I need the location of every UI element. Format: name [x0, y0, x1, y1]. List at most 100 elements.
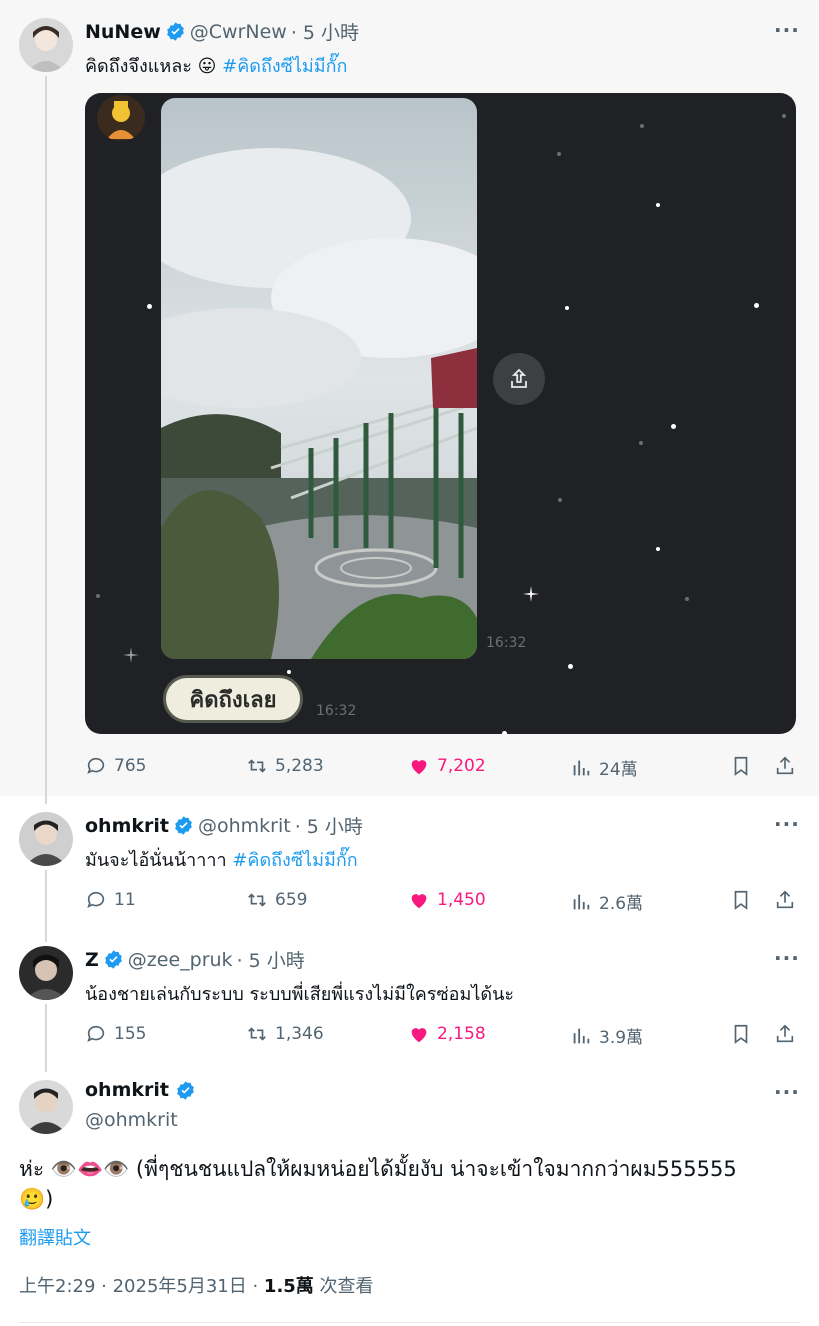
translate-post-link[interactable]: 翻譯貼文	[19, 1224, 91, 1250]
bookmark-button[interactable]	[730, 1023, 752, 1045]
verified-badge-icon	[104, 950, 122, 969]
retweet-button[interactable]: 1,346	[246, 1023, 324, 1045]
verified-badge-icon	[177, 1080, 194, 1100]
star-decoration	[656, 547, 660, 551]
bookmark-button[interactable]	[730, 755, 752, 777]
reply-count: 155	[114, 1024, 147, 1044]
share-button[interactable]	[774, 1023, 796, 1045]
heart-icon	[411, 894, 427, 909]
star-decoration	[754, 303, 759, 308]
share-icon	[776, 1024, 794, 1043]
tweet-text: มันจะไอ้นั่นน้าาาา #คิดถึงซีไม่มีกั๊ก	[85, 845, 358, 874]
star-decoration	[502, 731, 507, 734]
tweet-header: NuNew @CwrNew · 5 小時	[85, 18, 359, 45]
retweet-button[interactable]: 5,283	[246, 755, 324, 777]
share-icon	[776, 890, 794, 909]
star-decoration	[565, 306, 569, 310]
author-handle[interactable]: @zee_pruk	[128, 949, 233, 971]
tweet-body: น้องชายเล่นกับระบบ ระบบพี่เสียพี่แรงไม่ม…	[85, 984, 515, 1005]
thread-line	[45, 870, 47, 942]
star-decoration	[557, 152, 561, 156]
star-decoration	[558, 498, 562, 502]
reply-button[interactable]: 11	[85, 889, 136, 911]
author-name[interactable]: ohmkrit	[85, 1079, 169, 1101]
share-button[interactable]	[774, 755, 796, 777]
divider	[19, 1322, 800, 1323]
avatar[interactable]	[19, 812, 73, 866]
heart-icon	[411, 760, 427, 775]
bookmark-button[interactable]	[730, 889, 752, 911]
retweet-icon	[248, 1027, 266, 1041]
like-button[interactable]: 7,202	[408, 755, 486, 777]
star-decoration	[96, 594, 100, 598]
reply-count: 11	[114, 890, 136, 910]
author-name[interactable]: Z	[85, 949, 99, 971]
retweet-count: 1,346	[275, 1024, 324, 1044]
more-options-icon[interactable]: ···	[774, 812, 800, 836]
hashtag-link[interactable]: #คิดถึงซีไม่มีกั๊ก	[232, 850, 357, 871]
reply-icon	[87, 891, 105, 908]
retweet-icon	[248, 893, 266, 907]
main-author-name-row: ohmkrit	[85, 1079, 196, 1101]
tweet-time[interactable]: · 5 小時	[237, 946, 305, 973]
avatar[interactable]	[19, 1080, 73, 1134]
tweet-time[interactable]: · 5 小時	[291, 18, 359, 45]
retweet-count: 5,283	[275, 756, 324, 776]
star-decoration	[287, 670, 291, 674]
tweet-timestamp[interactable]: 上午2:29 · 2025年5月31日 ·	[19, 1276, 264, 1297]
views-button[interactable]: 3.9萬	[570, 1023, 643, 1048]
more-options-icon[interactable]: ···	[774, 1080, 800, 1104]
more-options-icon[interactable]: ···	[774, 946, 800, 970]
tweet-media[interactable]: 16:32 คิดถึงเลย 16:32	[85, 93, 796, 734]
main-tweet-line: ห่ะ 👁️👄👁️ (พี่ๆชนชนแปลให้ผมหน่อยได้มั้ยง…	[19, 1157, 737, 1181]
photo-time: 16:32	[486, 635, 527, 651]
like-button[interactable]: 2,158	[408, 1023, 486, 1045]
view-count: 2.6萬	[599, 894, 644, 914]
tweet-body: มันจะไอ้นั่นน้าาาา	[85, 850, 227, 871]
author-handle[interactable]: @CwrNew	[190, 21, 287, 43]
views-chart-icon	[573, 1028, 590, 1043]
share-button[interactable]	[774, 889, 796, 911]
star-decoration	[671, 424, 676, 429]
author-handle[interactable]: @ohmkrit	[198, 815, 291, 837]
star-decoration	[568, 664, 573, 669]
sparkle-icon	[523, 586, 539, 602]
chat-avatar	[97, 95, 145, 141]
reply-icon	[87, 757, 105, 774]
author-name[interactable]: ohmkrit	[85, 815, 169, 837]
view-count: 24萬	[599, 760, 638, 780]
views-chart-icon	[573, 760, 590, 775]
star-decoration	[640, 124, 644, 128]
heart-icon	[411, 1028, 427, 1043]
reply-button[interactable]: 155	[85, 1023, 146, 1045]
views-button[interactable]: 2.6萬	[570, 889, 643, 914]
views-chart-icon	[573, 894, 590, 909]
sparkle-icon	[123, 647, 139, 663]
views-button[interactable]: 24萬	[570, 755, 638, 780]
like-button[interactable]: 1,450	[408, 889, 486, 911]
thread-line	[45, 76, 47, 804]
more-options-icon[interactable]: ···	[774, 18, 800, 42]
retweet-count: 659	[275, 890, 308, 910]
reply-button[interactable]: 765	[85, 755, 146, 777]
author-handle[interactable]: @ohmkrit	[85, 1109, 178, 1131]
tweet-text: คิดถึงจึงแหละ 😛 #คิดถึงซีไม่มีกั๊ก	[85, 51, 347, 80]
reply-count: 765	[114, 756, 147, 776]
view-count: 3.9萬	[599, 1028, 644, 1048]
tweet-text: น้องชายเล่นกับระบบ ระบบพี่เสียพี่แรงไม่ม…	[85, 979, 514, 1008]
avatar[interactable]	[19, 946, 73, 1000]
tweet-header: Z @zee_pruk · 5 小時	[85, 946, 305, 973]
star-decoration	[147, 304, 152, 309]
share-icon	[776, 756, 794, 775]
retweet-button[interactable]: 659	[246, 889, 307, 911]
star-decoration	[782, 114, 786, 118]
tweet-time[interactable]: · 5 小時	[295, 812, 363, 839]
hashtag-link[interactable]: #คิดถึงซีไม่มีกั๊ก	[222, 56, 347, 77]
avatar[interactable]	[19, 18, 73, 72]
tweet-header: ohmkrit @ohmkrit · 5 小時	[85, 812, 363, 839]
share-icon[interactable]	[493, 353, 545, 405]
star-decoration	[639, 441, 643, 445]
author-name[interactable]: NuNew	[85, 21, 161, 43]
chat-photo[interactable]	[161, 98, 477, 659]
views-label: 次查看	[313, 1276, 374, 1297]
